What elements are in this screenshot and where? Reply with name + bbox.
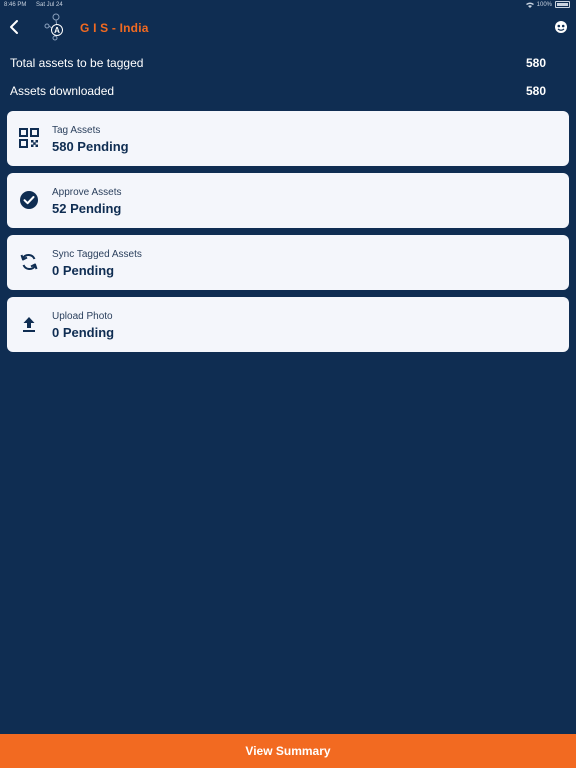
sync-tagged-assets-card[interactable]: Sync Tagged Assets 0 Pending: [7, 235, 569, 290]
summary-total-assets: Total assets to be tagged 580: [10, 56, 546, 70]
card-label: Upload Photo: [52, 311, 113, 322]
battery-percent: 100%: [536, 1, 552, 8]
card-value: 52 Pending: [52, 201, 122, 216]
summary-value: 580: [525, 56, 546, 70]
upload-icon: [23, 317, 35, 332]
check-circle-icon: [20, 191, 38, 209]
summary-value: 580: [525, 84, 546, 98]
view-summary-button[interactable]: View Summary: [0, 734, 576, 768]
top-bar: A G I S - India: [0, 12, 576, 44]
upload-photo-card[interactable]: Upload Photo 0 Pending: [7, 297, 569, 352]
sync-icon: [20, 253, 38, 271]
status-bar: 8:46 PM Sat Jul 24 100%: [0, 0, 576, 10]
battery-icon: [555, 1, 570, 8]
card-label: Approve Assets: [52, 187, 122, 198]
card-value: 580 Pending: [52, 139, 129, 154]
card-label: Tag Assets: [52, 125, 101, 136]
app-logo: A: [44, 13, 63, 41]
summary-label: Total assets to be tagged: [10, 56, 144, 70]
status-time: 8:46 PM: [4, 2, 27, 8]
tag-assets-card[interactable]: Tag Assets 580 Pending: [7, 111, 569, 166]
card-value: 0 Pending: [52, 263, 115, 278]
page-title: G I S - India: [80, 21, 149, 35]
summary-downloaded-assets: Assets downloaded 580: [10, 84, 546, 98]
wifi-icon: [525, 2, 534, 8]
approve-assets-card[interactable]: Approve Assets 52 Pending: [7, 173, 569, 228]
status-right: 100%: [525, 1, 570, 8]
status-date: Sat Jul 24: [36, 2, 63, 8]
summary-label: Assets downloaded: [10, 84, 115, 98]
card-label: Sync Tagged Assets: [52, 249, 142, 260]
profile-icon[interactable]: [554, 20, 568, 34]
logo-letter: A: [54, 26, 60, 35]
back-chevron-icon[interactable]: [8, 18, 22, 36]
qr-code-icon: [19, 128, 39, 148]
card-value: 0 Pending: [52, 325, 115, 340]
